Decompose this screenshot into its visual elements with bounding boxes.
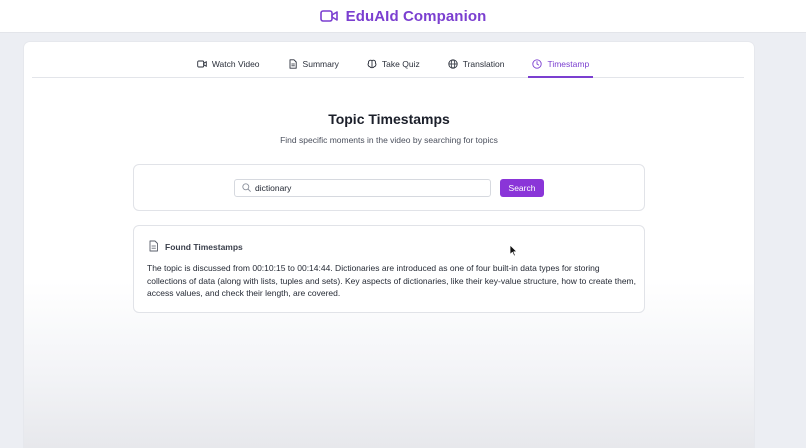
page-subtitle: Find specific moments in the video by se… [280,135,498,145]
tab-label: Translation [462,59,505,69]
tab-label: Summary [302,59,339,69]
page-title: Topic Timestamps [328,111,450,127]
results-header: Found Timestamps [148,240,243,254]
app-header: EduAId Companion [0,0,806,33]
tab-summary[interactable]: Summary [274,53,353,78]
video-camera-icon [197,59,207,69]
clock-icon [532,59,543,69]
tab-bar: Watch Video Summary Take Quiz Translatio… [32,53,744,78]
video-camera-icon [319,9,338,23]
tab-take-quiz[interactable]: Take Quiz [353,53,434,78]
search-field[interactable] [234,179,491,197]
results-panel: Found Timestamps The topic is discussed … [133,225,645,313]
results-title: Found Timestamps [165,242,243,252]
tab-label: Timestamp [547,59,590,69]
search-panel: Search [133,164,645,211]
results-text: The topic is discussed from 00:10:15 to … [147,263,636,298]
app-title: EduAId Companion [345,7,487,25]
globe-icon [448,59,458,69]
search-input[interactable] [255,183,475,193]
brain-icon [367,59,377,69]
mouse-pointer-icon [509,244,518,262]
tab-label: Watch Video [211,59,260,69]
tab-translation[interactable]: Translation [434,53,519,78]
document-icon [288,59,298,69]
search-icon [242,179,251,197]
main-card: Watch Video Summary Take Quiz Translatio… [24,42,754,448]
tab-timestamp[interactable]: Timestamp [528,53,594,78]
tab-watch-video[interactable]: Watch Video [183,53,274,78]
tab-label: Take Quiz [381,59,420,69]
search-button[interactable]: Search [500,179,544,197]
document-icon [148,240,159,254]
